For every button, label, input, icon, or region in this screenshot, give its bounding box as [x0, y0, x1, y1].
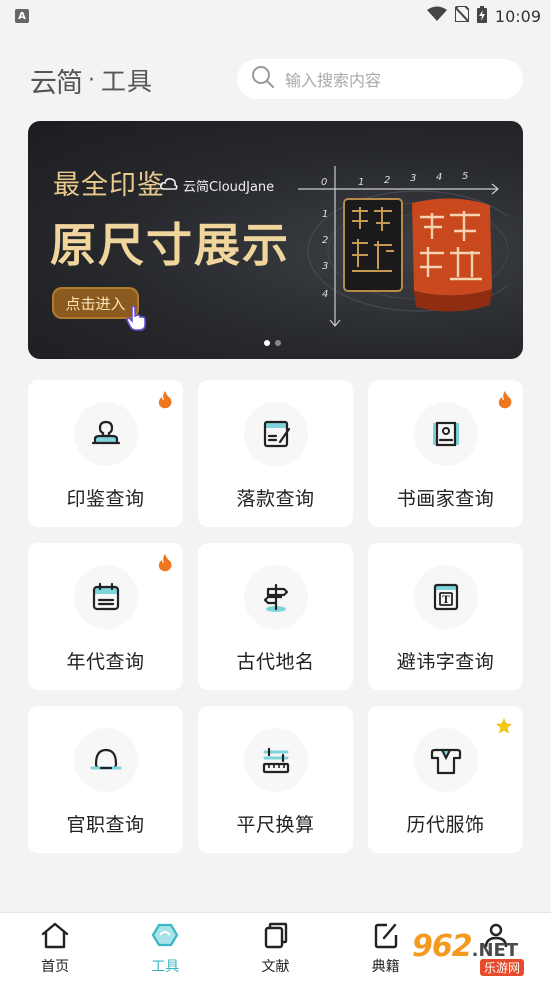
tool-card-artist-search[interactable]: 书画家查询: [368, 380, 523, 527]
svg-text:T: T: [442, 595, 450, 606]
status-time: 10:09: [494, 6, 541, 26]
cloud-logo-icon: [160, 177, 178, 195]
signpost-icon: [243, 565, 308, 629]
banner-pagination: [264, 340, 281, 346]
tools-icon: [150, 921, 180, 953]
fire-icon: [157, 554, 173, 576]
tools-grid: 印鉴查询 落款查询 书画家查询 年代查询 古代地名 T 避讳字查询 官职查询 平…: [28, 380, 523, 853]
tool-label: 古代地名: [236, 651, 315, 673]
ruler-side-4: 4: [322, 289, 328, 300]
tool-label: 历代服饰: [406, 814, 485, 836]
nav-label-tools: 工具: [151, 959, 180, 975]
home-icon: [40, 921, 70, 953]
tool-label: 官职查询: [66, 814, 145, 836]
ruler-label-4: 4: [436, 172, 442, 183]
pagination-dot-active[interactable]: [264, 340, 270, 346]
ruler-label-5: 5: [462, 171, 468, 182]
tool-label: 避讳字查询: [396, 651, 495, 673]
ruler-side-2: 2: [322, 235, 328, 246]
seal-icon: [73, 402, 138, 466]
pagination-dot[interactable]: [275, 340, 281, 346]
nav-item-tools[interactable]: 工具: [110, 913, 220, 981]
battery-charging-icon: [476, 5, 487, 27]
artist-card-icon: [413, 402, 478, 466]
tool-card-inscription-search[interactable]: 落款查询: [198, 380, 353, 527]
nav-label-home: 首页: [41, 959, 70, 975]
watermark-net: .NET: [471, 939, 519, 961]
watermark-sub: 乐游网: [480, 958, 525, 976]
tool-label: 平尺换算: [236, 814, 315, 836]
nav-item-home[interactable]: 首页: [0, 913, 110, 981]
banner-title-line2: 原尺寸展示: [50, 218, 290, 272]
tool-card-era-search[interactable]: 年代查询: [28, 543, 183, 690]
tool-card-taboo-character-search[interactable]: T 避讳字查询: [368, 543, 523, 690]
star-icon: [495, 717, 513, 739]
banner-brand-text: 云简CloudJane: [183, 180, 275, 195]
nav-label-documents: 文献: [261, 959, 290, 975]
ruler-icon: [243, 728, 308, 792]
banner-brand: 云简CloudJane: [160, 176, 274, 195]
ruler-label-1: 1: [358, 177, 364, 188]
no-sim-icon: [453, 5, 470, 26]
tool-label: 印鉴查询: [66, 488, 145, 510]
tool-card-official-title-search[interactable]: 官职查询: [28, 706, 183, 853]
tool-label: 落款查询: [236, 488, 315, 510]
app-logo: 云简 · 工具: [30, 60, 153, 100]
fire-icon: [157, 391, 173, 413]
logo-brand: 云简: [30, 67, 83, 99]
documents-icon: [260, 921, 290, 953]
tool-card-ruler-conversion[interactable]: 平尺换算: [198, 706, 353, 853]
seal-ruler-illustration: 0 1 2 3 4 5 1 2 3 4: [298, 166, 508, 327]
app-notification-icon: A: [15, 9, 29, 23]
page-title: 工具: [101, 67, 154, 96]
tool-card-seal-search[interactable]: 印鉴查询: [28, 380, 183, 527]
promo-banner[interactable]: 最全印鉴 云简CloudJane 原尺寸展示 点击进入 0 1 2 3 4 5 …: [28, 121, 523, 359]
official-hat-icon: [73, 728, 138, 792]
nav-label-classics: 典籍: [371, 959, 400, 975]
tool-label: 年代查询: [66, 651, 145, 673]
pointer-hand-icon: [126, 305, 148, 335]
ruler-side-3: 3: [322, 261, 328, 272]
watermark-main: 962: [412, 928, 473, 964]
banner-title-line1: 最全印鉴: [53, 170, 165, 201]
tool-label: 书画家查询: [396, 488, 495, 510]
character-book-icon: T: [413, 565, 478, 629]
ruler-label-0: 0: [321, 177, 327, 188]
ruler-side-1: 1: [322, 209, 328, 220]
robe-icon: [413, 728, 478, 792]
search-input[interactable]: 输入搜索内容: [237, 59, 523, 99]
nav-item-documents[interactable]: 文献: [220, 913, 330, 981]
fire-icon: [497, 391, 513, 413]
tool-card-ancient-place-names[interactable]: 古代地名: [198, 543, 353, 690]
classics-icon: [371, 921, 401, 953]
site-watermark: 962 .NET 乐游网: [412, 926, 551, 981]
header: 云简 · 工具 输入搜索内容: [0, 56, 551, 104]
status-bar: A 10:09: [0, 0, 551, 32]
ruler-label-2: 2: [384, 175, 390, 186]
ruler-label-3: 3: [410, 173, 416, 184]
inscription-icon: [243, 402, 308, 466]
tool-card-historical-costume[interactable]: 历代服饰: [368, 706, 523, 853]
wifi-icon: [426, 6, 447, 26]
logo-separator: ·: [88, 67, 95, 93]
search-placeholder: 输入搜索内容: [285, 71, 382, 90]
calendar-icon: [73, 565, 138, 629]
search-icon: [251, 65, 275, 93]
